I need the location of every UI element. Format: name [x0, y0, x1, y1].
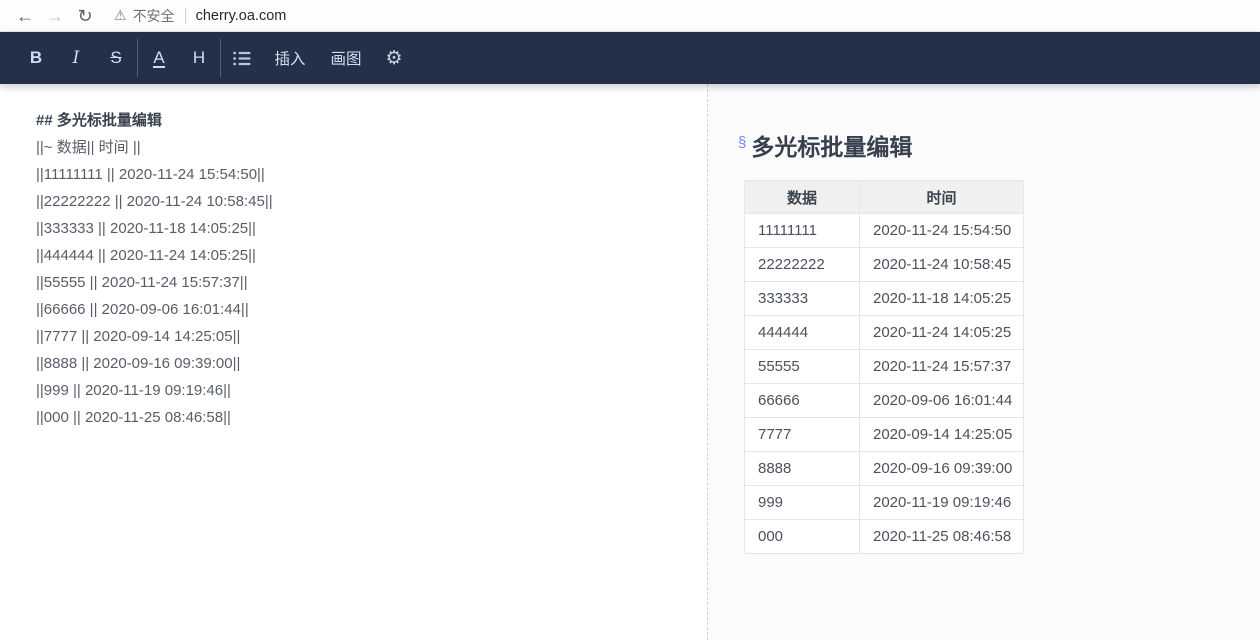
editor-content-area: ## 多光标批量编辑 ||~ 数据|| 时间 || ||11111111 || … [0, 84, 1260, 640]
table-cell-data: 999 [745, 486, 860, 520]
table-row: 11111111 2020-11-24 15:54:50 [745, 214, 1024, 248]
editor-line[interactable]: ||333333 || 2020-11-18 14:05:25|| [36, 215, 707, 242]
table-row: 8888 2020-09-16 09:39:00 [745, 452, 1024, 486]
toolbar-divider [137, 39, 138, 77]
header-button[interactable]: H [179, 32, 219, 84]
list-button[interactable] [222, 32, 262, 84]
editor-line[interactable]: ||66666 || 2020-09-06 16:01:44|| [36, 296, 707, 323]
draw-label: 画图 [330, 47, 361, 69]
url-field[interactable]: cherry.oa.com [196, 8, 287, 24]
list-icon [233, 51, 251, 66]
header-label: H [193, 48, 205, 68]
table-cell-data: 66666 [745, 384, 860, 418]
settings-button[interactable]: ⚙ [374, 32, 414, 84]
table-header-data: 数据 [745, 181, 860, 214]
table-cell-data: 333333 [745, 282, 860, 316]
table-cell-time: 2020-09-06 16:01:44 [860, 384, 1024, 418]
editor-line[interactable]: ||444444 || 2020-11-24 14:05:25|| [36, 242, 707, 269]
editor-line[interactable]: ||999 || 2020-11-19 09:19:46|| [36, 377, 707, 404]
markdown-preview: § 多光标批量编辑 数据 时间 11111111 2020-11-24 15:5… [707, 84, 1260, 640]
table-cell-data: 7777 [745, 418, 860, 452]
bold-label: B [30, 48, 42, 68]
preview-table: 数据 时间 11111111 2020-11-24 15:54:50 22222… [744, 180, 1024, 554]
italic-button[interactable]: I [56, 32, 96, 84]
table-cell-time: 2020-11-25 08:46:58 [860, 520, 1024, 554]
table-cell-data: 11111111 [745, 214, 860, 248]
preview-heading: § 多光标批量编辑 [738, 128, 1260, 162]
insert-label: 插入 [274, 47, 305, 69]
editor-line[interactable]: ||22222222 || 2020-11-24 10:58:45|| [36, 188, 707, 215]
table-header-time: 时间 [860, 181, 1024, 214]
table-cell-time: 2020-09-16 09:39:00 [860, 452, 1024, 486]
heading-anchor-link[interactable]: § [738, 134, 746, 151]
insert-button[interactable]: 插入 [262, 32, 318, 84]
table-header-row: 数据 时间 [745, 181, 1024, 214]
font-color-label: A [153, 49, 164, 68]
bold-button[interactable]: B [16, 32, 56, 84]
warning-icon: ⚠ [114, 7, 127, 24]
gear-icon: ⚙ [385, 47, 402, 70]
editor-line[interactable]: ||7777 || 2020-09-14 14:25:05|| [36, 323, 707, 350]
table-cell-time: 2020-11-19 09:19:46 [860, 486, 1024, 520]
address-separator [185, 8, 186, 24]
security-chip[interactable]: ⚠ 不安全 [114, 6, 175, 26]
preview-heading-text: 多光标批量编辑 [751, 128, 912, 162]
security-label: 不安全 [133, 6, 175, 26]
forward-icon[interactable]: → [40, 1, 70, 31]
font-color-button[interactable]: A [139, 32, 179, 84]
editor-toolbar: B I S A H 插入 画图 ⚙ [0, 32, 1260, 84]
editor-line[interactable]: ||11111111 || 2020-11-24 15:54:50|| [36, 161, 707, 188]
table-row: 22222222 2020-11-24 10:58:45 [745, 248, 1024, 282]
browser-address-bar: ← → ↻ ⚠ 不安全 cherry.oa.com [0, 0, 1260, 32]
table-row: 55555 2020-11-24 15:57:37 [745, 350, 1024, 384]
back-icon[interactable]: ← [10, 1, 40, 31]
editor-line[interactable]: ||~ 数据|| 时间 || [36, 134, 707, 161]
draw-button[interactable]: 画图 [318, 32, 374, 84]
table-row: 333333 2020-11-18 14:05:25 [745, 282, 1024, 316]
table-cell-time: 2020-09-14 14:25:05 [860, 418, 1024, 452]
editor-line[interactable]: ||55555 || 2020-11-24 15:57:37|| [36, 269, 707, 296]
editor-line[interactable]: ## 多光标批量编辑 [36, 107, 707, 134]
markdown-editor[interactable]: ## 多光标批量编辑 ||~ 数据|| 时间 || ||11111111 || … [0, 84, 707, 640]
table-row: 000 2020-11-25 08:46:58 [745, 520, 1024, 554]
editor-line[interactable]: ||8888 || 2020-09-16 09:39:00|| [36, 350, 707, 377]
table-cell-data: 000 [745, 520, 860, 554]
table-row: 7777 2020-09-14 14:25:05 [745, 418, 1024, 452]
table-row: 999 2020-11-19 09:19:46 [745, 486, 1024, 520]
table-cell-time: 2020-11-24 14:05:25 [860, 316, 1024, 350]
table-cell-time: 2020-11-24 15:54:50 [860, 214, 1024, 248]
reload-icon[interactable]: ↻ [70, 1, 100, 31]
table-row: 66666 2020-09-06 16:01:44 [745, 384, 1024, 418]
table-cell-data: 55555 [745, 350, 860, 384]
table-cell-data: 8888 [745, 452, 860, 486]
italic-label: I [73, 48, 80, 68]
toolbar-divider [220, 39, 221, 77]
table-cell-time: 2020-11-24 10:58:45 [860, 248, 1024, 282]
table-cell-data: 444444 [745, 316, 860, 350]
strikethrough-button[interactable]: S [96, 32, 136, 84]
table-cell-time: 2020-11-24 15:57:37 [860, 350, 1024, 384]
table-row: 444444 2020-11-24 14:05:25 [745, 316, 1024, 350]
table-cell-data: 22222222 [745, 248, 860, 282]
strikethrough-label: S [110, 48, 121, 68]
table-cell-time: 2020-11-18 14:05:25 [860, 282, 1024, 316]
editor-line[interactable]: ||000 || 2020-11-25 08:46:58|| [36, 404, 707, 431]
